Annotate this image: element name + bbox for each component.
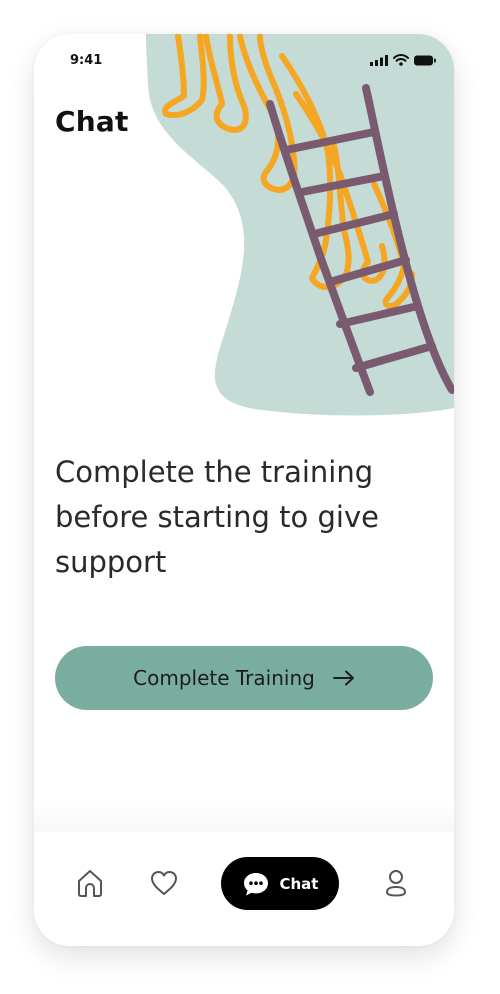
battery-icon — [414, 55, 436, 65]
tab-bar-shadow — [34, 802, 454, 832]
tab-home[interactable] — [74, 867, 106, 899]
tab-chat-label: Chat — [279, 874, 319, 893]
phone-screen: 9:41 Chat Complete the training before s… — [34, 34, 454, 946]
home-icon — [78, 870, 102, 897]
cellular-signal-icon — [370, 54, 388, 66]
page-title: Chat — [55, 105, 129, 138]
arrow-right-icon — [332, 670, 354, 686]
training-message: Complete the training before starting to… — [55, 455, 379, 579]
background-blob — [146, 34, 454, 416]
chat-bubble-icon — [243, 872, 268, 895]
wifi-icon — [393, 54, 409, 66]
tab-chat[interactable]: Chat — [221, 857, 339, 910]
status-icons — [370, 54, 436, 66]
tab-profile[interactable] — [380, 867, 412, 899]
heart-icon — [151, 871, 177, 895]
profile-icon — [385, 870, 407, 897]
complete-training-label: Complete Training — [133, 666, 315, 690]
ladder-illustration — [146, 34, 454, 416]
bottom-tab-bar: Chat — [34, 802, 454, 946]
status-time: 9:41 — [70, 53, 103, 68]
complete-training-button[interactable]: Complete Training — [55, 646, 433, 710]
tab-favorites[interactable] — [148, 867, 180, 899]
